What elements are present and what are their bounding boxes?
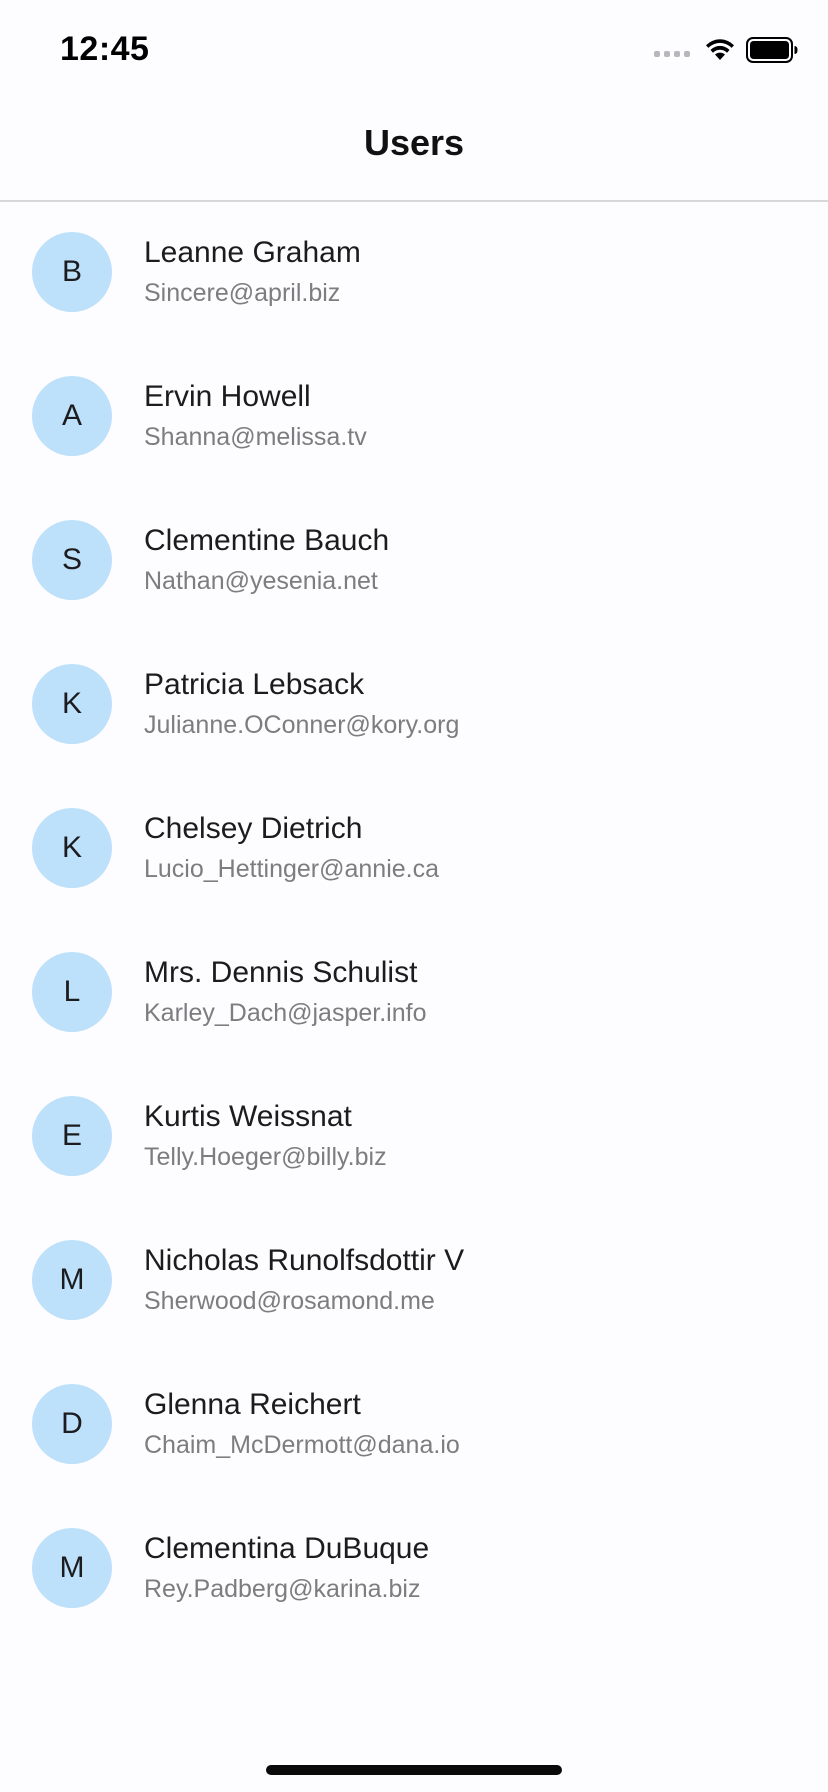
user-email: Rey.Padberg@karina.biz bbox=[144, 1575, 421, 1603]
list-item[interactable]: K Patricia Lebsack Julianne.OConner@kory.o… bbox=[0, 634, 828, 778]
list-item[interactable]: M Clementina DuBuque Rey.Padberg@karina.bi… bbox=[0, 1498, 828, 1642]
user-name: Ervin Howell bbox=[144, 380, 311, 413]
user-name: Clementine Bauch bbox=[144, 524, 390, 557]
list-item[interactable]: M Nicholas Runolfsdottir V Sherwood@rosamo… bbox=[0, 1210, 828, 1354]
user-name: Chelsey Dietrich bbox=[144, 812, 363, 845]
user-list: B Leanne Graham Sincere@april.biz A Ervin Ho… bbox=[0, 202, 828, 1642]
status-icons bbox=[654, 36, 798, 64]
list-item[interactable]: K Chelsey Dietrich Lucio_Hettinger@annie.c… bbox=[0, 778, 828, 922]
list-item[interactable]: D Glenna Reichert Chaim_McDermott@dana.io bbox=[0, 1354, 828, 1498]
user-name: Leanne Graham bbox=[144, 236, 361, 269]
user-email: Sincere@april.biz bbox=[144, 279, 341, 307]
avatar: K bbox=[32, 808, 112, 888]
avatar: E bbox=[32, 1096, 112, 1176]
user-name: Mrs. Dennis Schulist bbox=[144, 956, 418, 989]
list-item[interactable]: A Ervin Howell Shanna@melissa.tv bbox=[0, 346, 828, 490]
avatar: A bbox=[32, 376, 112, 456]
avatar: B bbox=[32, 232, 112, 312]
user-email: Sherwood@rosamond.me bbox=[144, 1287, 435, 1315]
status-time: 12:45 bbox=[60, 30, 150, 68]
status-bar: 12:45 bbox=[0, 0, 828, 100]
avatar: K bbox=[32, 664, 112, 744]
avatar: M bbox=[32, 1528, 112, 1608]
list-item[interactable]: L Mrs. Dennis Schulist Karley_Dach@jasper.… bbox=[0, 922, 828, 1066]
avatar: M bbox=[32, 1240, 112, 1320]
user-email: Chaim_McDermott@dana.io bbox=[144, 1431, 460, 1459]
list-item[interactable]: B Leanne Graham Sincere@april.biz bbox=[0, 202, 828, 346]
user-email: Nathan@yesenia.net bbox=[144, 567, 378, 595]
cellular-signal-icon bbox=[654, 43, 690, 57]
user-email: Shanna@melissa.tv bbox=[144, 423, 367, 451]
user-email: Lucio_Hettinger@annie.ca bbox=[144, 855, 440, 883]
user-email: Telly.Hoeger@billy.biz bbox=[144, 1143, 387, 1171]
user-email: Karley_Dach@jasper.info bbox=[144, 999, 427, 1027]
wifi-icon bbox=[706, 39, 734, 60]
user-name: Clementina DuBuque bbox=[144, 1532, 430, 1565]
avatar: D bbox=[32, 1384, 112, 1464]
battery-icon bbox=[746, 37, 798, 63]
user-name: Kurtis Weissnat bbox=[144, 1100, 352, 1133]
list-item[interactable]: E Kurtis Weissnat Telly.Hoeger@billy.biz bbox=[0, 1066, 828, 1210]
avatar: S bbox=[32, 520, 112, 600]
user-name: Patricia Lebsack bbox=[144, 668, 365, 701]
avatar: L bbox=[32, 952, 112, 1032]
nav-header: Users bbox=[0, 100, 828, 202]
user-email: Julianne.OConner@kory.org bbox=[144, 711, 460, 739]
user-name: Glenna Reichert bbox=[144, 1388, 361, 1421]
page-title: Users bbox=[363, 122, 465, 163]
home-indicator[interactable] bbox=[266, 1765, 562, 1775]
list-item[interactable]: S Clementine Bauch Nathan@yesenia.net bbox=[0, 490, 828, 634]
user-name: Nicholas Runolfsdottir V bbox=[144, 1244, 465, 1277]
